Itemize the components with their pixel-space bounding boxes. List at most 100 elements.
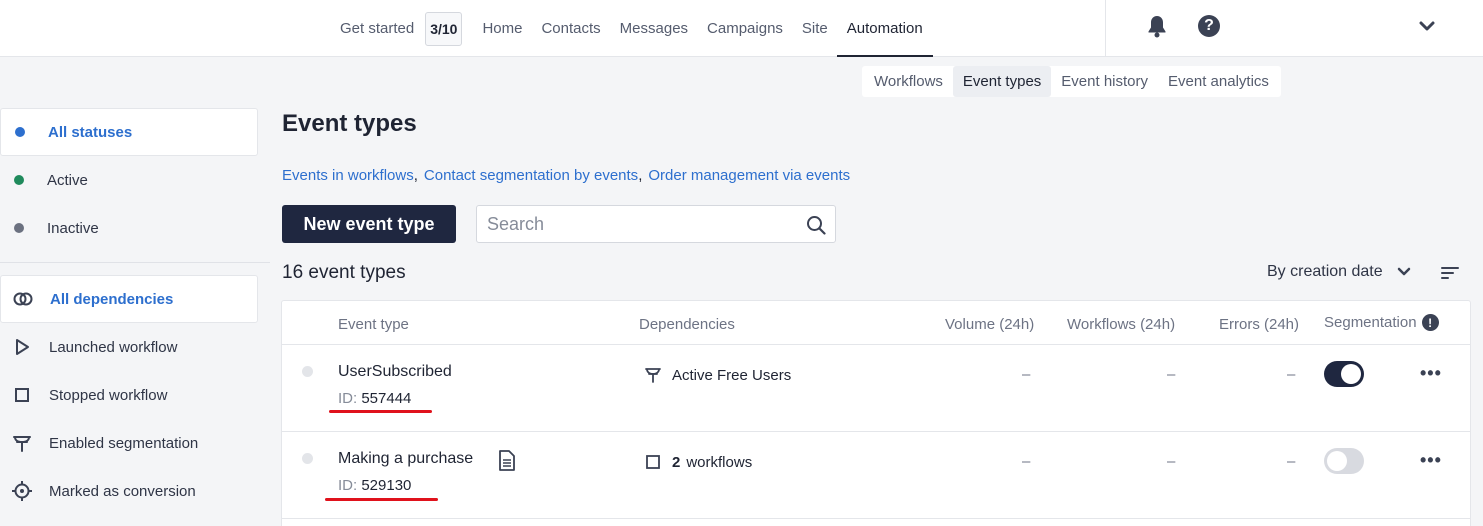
search-box bbox=[476, 205, 836, 243]
top-bar: Get started 3/10 Home Contacts Messages … bbox=[0, 0, 1483, 57]
chevron-down-icon bbox=[1397, 267, 1410, 276]
filter-sidebar: All statuses Active Inactive All depende… bbox=[0, 108, 270, 515]
more-options-icon[interactable]: ••• bbox=[1420, 363, 1442, 384]
column-header-workflows[interactable]: Workflows (24h) bbox=[1067, 316, 1175, 333]
column-header-errors[interactable]: Errors (24h) bbox=[1219, 316, 1299, 333]
event-types-count: 16 event types bbox=[282, 262, 406, 283]
dependency-segmentation[interactable]: Active Free Users bbox=[644, 366, 791, 384]
sort-label: By creation date bbox=[1267, 263, 1383, 280]
column-header-segmentation: Segmentation ! bbox=[1324, 314, 1439, 331]
event-id: ID: 557444 bbox=[338, 390, 411, 407]
top-nav: Get started 3/10 Home Contacts Messages … bbox=[340, 0, 942, 57]
column-header-event-type[interactable]: Event type bbox=[338, 316, 409, 333]
link-contact-segmentation[interactable]: Contact segmentation by events bbox=[424, 167, 638, 184]
tab-event-analytics[interactable]: Event analytics bbox=[1158, 66, 1279, 97]
stop-icon bbox=[11, 384, 33, 406]
errors-value: – bbox=[1287, 366, 1296, 383]
nav-get-started[interactable]: Get started bbox=[340, 0, 414, 57]
red-underline-annotation bbox=[329, 410, 432, 413]
segmentation-toggle[interactable] bbox=[1324, 448, 1364, 474]
filter-stopped-workflow[interactable]: Stopped workflow bbox=[0, 371, 258, 419]
tab-event-types[interactable]: Event types bbox=[952, 66, 1052, 97]
bell-icon[interactable] bbox=[1146, 14, 1168, 38]
nav-site[interactable]: Site bbox=[802, 0, 828, 57]
table-row[interactable]: Making a purchase ID: 529130 2 workflows… bbox=[282, 432, 1470, 519]
segmentation-toggle[interactable] bbox=[1324, 361, 1364, 387]
link-icon bbox=[12, 288, 34, 310]
filter-marked-as-conversion[interactable]: Marked as conversion bbox=[0, 467, 258, 515]
topbar-divider bbox=[1105, 0, 1106, 57]
target-icon bbox=[11, 480, 33, 502]
volume-value: – bbox=[1022, 453, 1031, 470]
link-order-management[interactable]: Order management via events bbox=[648, 167, 850, 184]
status-dot bbox=[14, 175, 24, 185]
filter-label: Active bbox=[47, 171, 88, 189]
help-icon[interactable]: ? bbox=[1198, 15, 1220, 37]
more-options-icon[interactable]: ••• bbox=[1420, 450, 1442, 471]
filter-inactive[interactable]: Inactive bbox=[0, 204, 258, 252]
tab-workflows[interactable]: Workflows bbox=[864, 66, 953, 97]
nav-campaigns[interactable]: Campaigns bbox=[707, 0, 783, 57]
id-value: 557444 bbox=[361, 390, 412, 407]
filter-all-dependencies[interactable]: All dependencies bbox=[0, 275, 258, 323]
filter-enabled-segmentation[interactable]: Enabled segmentation bbox=[0, 419, 258, 467]
sort-order-icon[interactable] bbox=[1441, 266, 1459, 280]
tab-event-history[interactable]: Event history bbox=[1051, 66, 1158, 97]
workflows-value: – bbox=[1167, 366, 1176, 383]
event-name[interactable]: Making a purchase bbox=[338, 450, 473, 468]
status-dot bbox=[302, 453, 313, 464]
volume-value: – bbox=[1022, 366, 1031, 383]
segmentation-icon bbox=[645, 368, 661, 383]
nav-messages[interactable]: Messages bbox=[620, 0, 688, 57]
filter-label: All statuses bbox=[48, 123, 133, 141]
filter-launched-workflow[interactable]: Launched workflow bbox=[0, 323, 258, 371]
nav-home[interactable]: Home bbox=[482, 0, 522, 57]
status-dot bbox=[15, 127, 25, 137]
filter-label: Launched workflow bbox=[49, 338, 178, 356]
sort-dropdown[interactable]: By creation date bbox=[1267, 263, 1411, 281]
id-label: ID: bbox=[338, 390, 358, 407]
info-icon[interactable]: ! bbox=[1421, 314, 1439, 331]
stop-icon bbox=[646, 455, 660, 469]
nav-automation[interactable]: Automation bbox=[836, 0, 933, 57]
dependency-label: Active Free Users bbox=[672, 366, 792, 384]
document-icon[interactable] bbox=[498, 450, 516, 471]
page-title: Event types bbox=[282, 110, 417, 137]
play-icon bbox=[11, 336, 33, 358]
search-icon[interactable] bbox=[806, 215, 826, 235]
table-row[interactable]: UserSubscribed ID: 557444 Active Free Us… bbox=[282, 345, 1470, 432]
column-header-volume[interactable]: Volume (24h) bbox=[945, 316, 1034, 333]
segmentation-label: Segmentation bbox=[1324, 314, 1417, 331]
errors-value: – bbox=[1287, 453, 1296, 470]
status-dot bbox=[14, 223, 24, 233]
filter-label: All dependencies bbox=[50, 290, 174, 308]
red-underline-annotation bbox=[325, 498, 438, 501]
event-types-table: Event type Dependencies Volume (24h) Wor… bbox=[281, 300, 1471, 526]
id-label: ID: bbox=[338, 477, 358, 494]
dependency-workflows[interactable]: 2 workflows bbox=[644, 453, 752, 471]
id-value: 529130 bbox=[361, 477, 412, 494]
chevron-down-icon[interactable] bbox=[1419, 20, 1435, 32]
workflows-value: – bbox=[1167, 453, 1176, 470]
event-id: ID: 529130 bbox=[338, 477, 411, 494]
new-event-type-button[interactable]: New event type bbox=[282, 205, 456, 243]
filter-all-statuses[interactable]: All statuses bbox=[0, 108, 258, 156]
filter-label: Stopped workflow bbox=[49, 386, 168, 404]
link-events-in-workflows[interactable]: Events in workflows bbox=[282, 167, 414, 184]
event-name[interactable]: UserSubscribed bbox=[338, 363, 452, 381]
search-input[interactable] bbox=[477, 213, 787, 235]
status-dot bbox=[302, 366, 313, 377]
documentation-links: Events in workflows, Contact segmentation… bbox=[282, 167, 851, 184]
filter-active[interactable]: Active bbox=[0, 156, 258, 204]
dependency-count: 2 bbox=[672, 453, 681, 471]
onboarding-progress-badge[interactable]: 3/10 bbox=[425, 11, 463, 46]
dependency-label: workflows bbox=[686, 453, 753, 471]
nav-contacts[interactable]: Contacts bbox=[541, 0, 600, 57]
column-header-dependencies: Dependencies bbox=[639, 316, 735, 333]
filter-label: Enabled segmentation bbox=[49, 434, 199, 452]
filter-label: Marked as conversion bbox=[49, 482, 196, 500]
table-header: Event type Dependencies Volume (24h) Wor… bbox=[282, 301, 1470, 345]
segmentation-icon bbox=[11, 432, 33, 454]
automation-subtabs: Workflows Event types Event history Even… bbox=[862, 66, 1281, 97]
filter-label: Inactive bbox=[47, 219, 99, 237]
